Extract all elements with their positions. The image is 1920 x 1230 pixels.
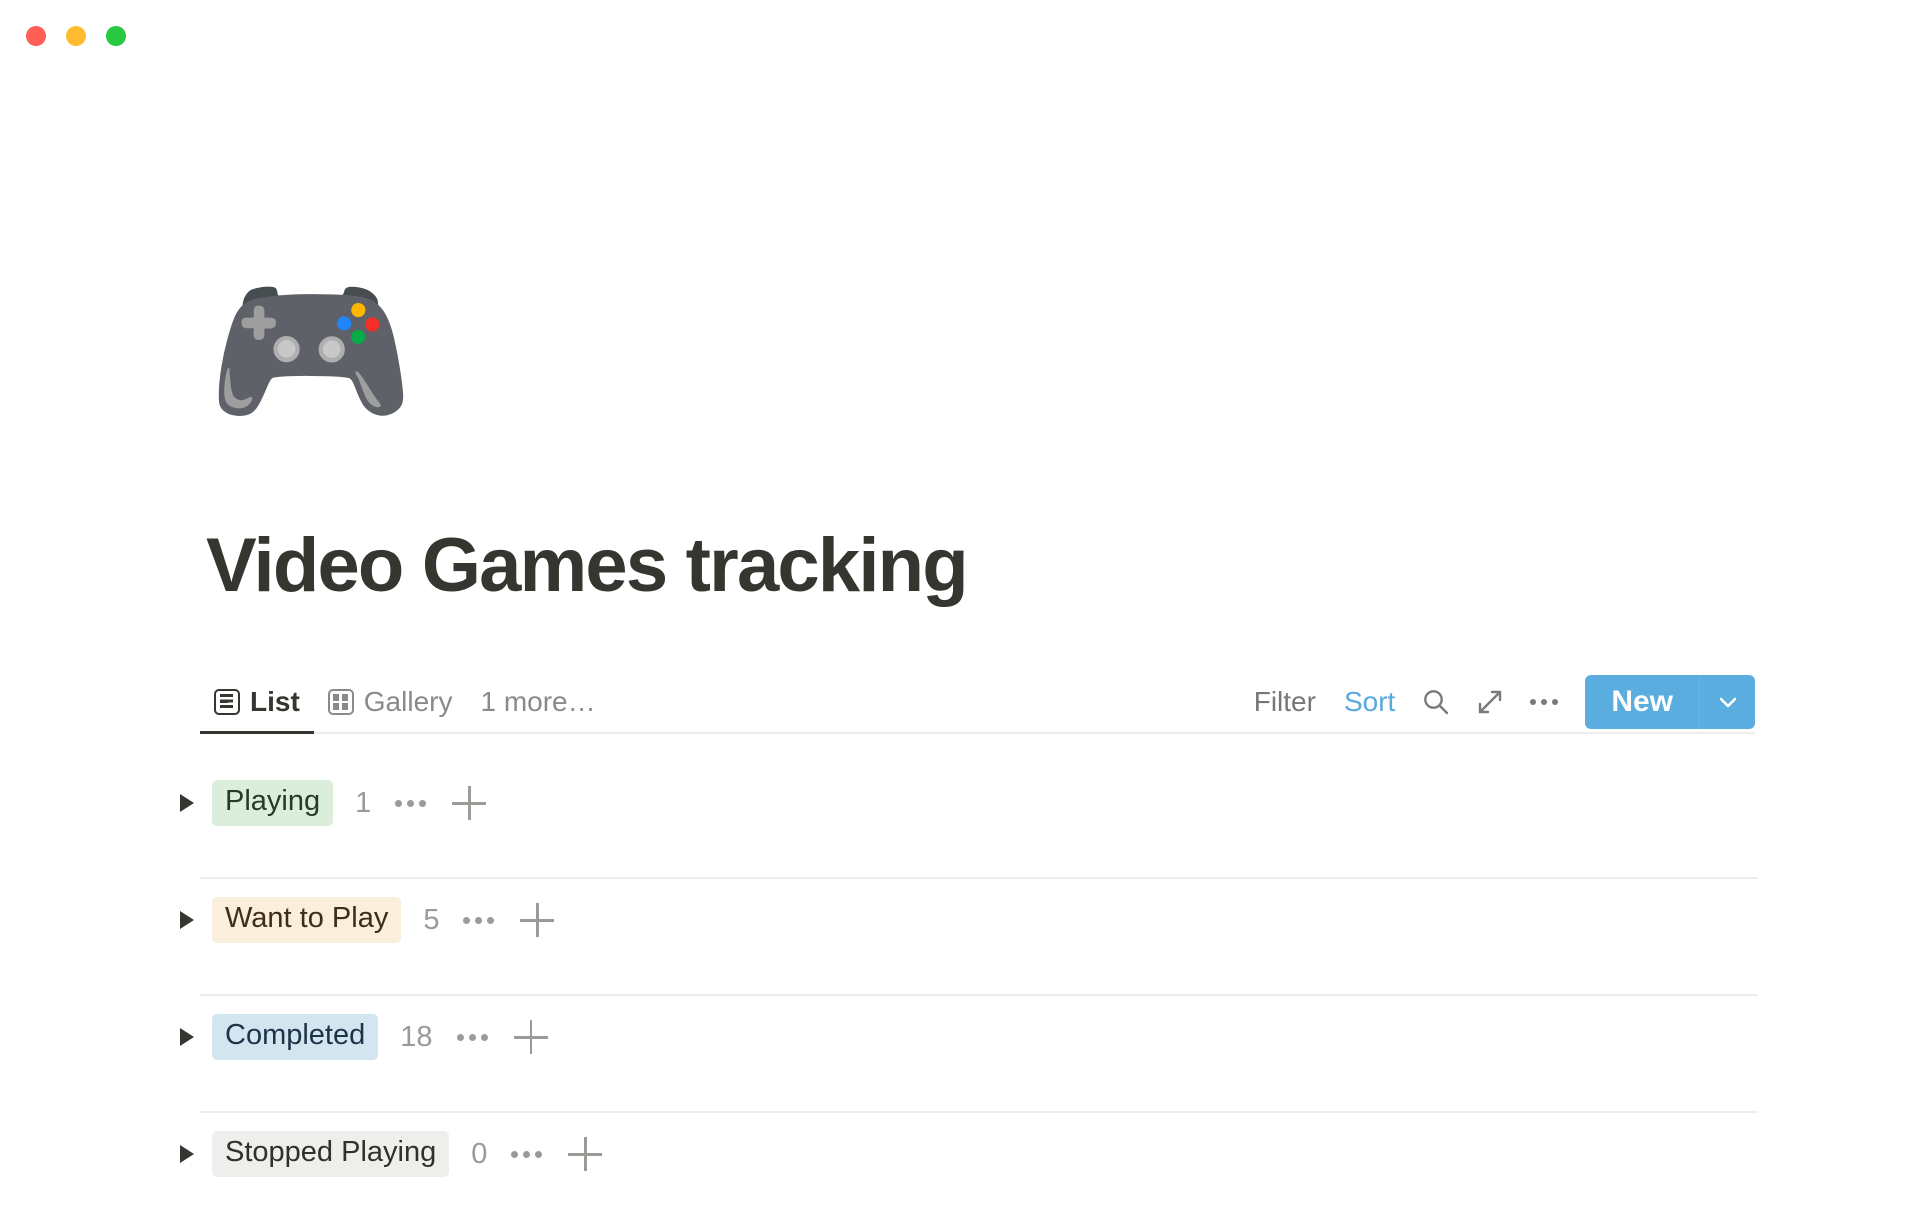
group-status-chip[interactable]: Playing	[212, 780, 334, 826]
tab-list-label: List	[250, 686, 300, 717]
group-add-item-button[interactable]	[513, 1020, 548, 1054]
tab-gallery[interactable]: Gallery	[314, 672, 467, 732]
group-add-item-button[interactable]	[568, 1137, 603, 1171]
group-more-options-button[interactable]	[463, 916, 495, 924]
caret-right-icon	[180, 1028, 194, 1046]
group-stopped-playing: Stopped Playing 0	[168, 1113, 1758, 1230]
group-completed: Completed 18	[168, 996, 1758, 1113]
page-icon[interactable]: 🎮	[206, 258, 415, 444]
caret-right-icon	[180, 1145, 194, 1163]
group-list: Playing 1 Want to Play 5 Completed 18 St…	[168, 762, 1758, 1230]
tab-list[interactable]: List	[200, 672, 314, 734]
gallery-view-icon	[327, 689, 354, 715]
group-header-row[interactable]: Want to Play 5	[168, 879, 1758, 961]
expand-group-caret[interactable]	[168, 792, 206, 814]
new-button-group: New	[1585, 675, 1755, 729]
view-actions: Filter Sort New	[1240, 672, 1755, 732]
page-title[interactable]: Video Games tracking	[206, 522, 969, 609]
group-want-to-play: Want to Play 5	[168, 879, 1758, 996]
ellipsis-icon	[1530, 699, 1559, 705]
group-header-row[interactable]: Completed 18	[168, 996, 1758, 1078]
group-count: 5	[423, 903, 440, 936]
group-more-options-button[interactable]	[511, 1150, 543, 1158]
group-count: 0	[471, 1137, 488, 1170]
group-count: 18	[400, 1020, 433, 1053]
group-status-chip[interactable]: Stopped Playing	[212, 1131, 450, 1177]
new-options-button[interactable]	[1699, 675, 1755, 729]
view-more-options-button[interactable]	[1517, 675, 1571, 729]
sort-button[interactable]: Sort	[1330, 686, 1409, 718]
caret-right-icon	[180, 911, 194, 929]
group-status-chip[interactable]: Completed	[212, 1014, 379, 1060]
caret-right-icon	[180, 794, 194, 812]
view-toolbar: List Gallery 1 more… Filter Sort New	[200, 672, 1755, 734]
new-button[interactable]: New	[1585, 675, 1699, 729]
expand-group-caret[interactable]	[168, 1026, 206, 1048]
page-content: 🎮 Video Games tracking List Gallery 1 mo…	[0, 0, 1920, 1200]
search-button[interactable]	[1409, 675, 1463, 729]
expand-button[interactable]	[1463, 675, 1517, 729]
tab-gallery-label: Gallery	[363, 686, 453, 717]
filter-button[interactable]: Filter	[1240, 686, 1330, 718]
group-more-options-button[interactable]	[456, 1033, 488, 1041]
search-icon	[1424, 690, 1449, 715]
group-status-chip[interactable]: Want to Play	[212, 897, 402, 943]
group-add-item-button[interactable]	[452, 786, 487, 820]
group-add-item-button[interactable]	[520, 903, 555, 937]
view-tabs: List Gallery 1 more…	[200, 672, 610, 734]
expand-group-caret[interactable]	[168, 1143, 206, 1165]
list-view-icon	[214, 689, 240, 715]
group-more-options-button[interactable]	[395, 799, 427, 807]
expand-diagonal-icon	[1479, 690, 1502, 714]
group-playing: Playing 1	[168, 762, 1758, 879]
chevron-down-icon	[1719, 697, 1736, 708]
more-views-button[interactable]: 1 more…	[466, 672, 609, 732]
group-header-row[interactable]: Playing 1	[168, 762, 1758, 844]
group-header-row[interactable]: Stopped Playing 0	[168, 1113, 1758, 1195]
group-count: 1	[355, 786, 372, 819]
expand-group-caret[interactable]	[168, 909, 206, 931]
